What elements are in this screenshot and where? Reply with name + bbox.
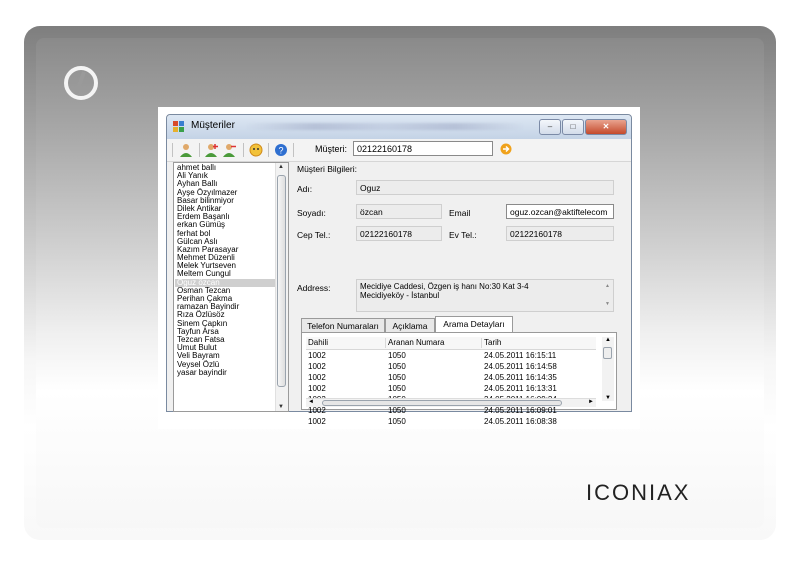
customer-details: Müşteri Bilgileri: Adı: Oguz Soyadı: özc… (295, 162, 625, 426)
table-cell: 24.05.2011 16:13:31 (484, 384, 557, 393)
window-title: Müşteriler (191, 120, 235, 131)
app-icon (173, 121, 184, 132)
logo-icon (64, 66, 98, 100)
minimize-button[interactable]: – (539, 119, 561, 135)
scrollbar-thumb[interactable] (603, 347, 612, 359)
mobile-phone-label: Cep Tel.: (297, 230, 331, 240)
customers-window: Müşteriler – □ ✕ ? Müşteri: 02122160178 (166, 114, 632, 426)
column-header-dahili[interactable]: Dahili (306, 338, 386, 348)
scrollbar-thumb[interactable] (322, 400, 562, 406)
go-arrow-icon[interactable] (500, 143, 512, 155)
customer-search-label: Müşteri: (315, 144, 348, 154)
customer-list-scrollbar[interactable]: ▲ ▼ (275, 163, 288, 411)
toolbar-separator (199, 143, 200, 157)
table-row[interactable]: 1002 1050 24.05.2011 16:08:38 (306, 416, 596, 427)
table-row[interactable]: 1002 1050 24.05.2011 16:15:11 (306, 350, 596, 361)
grid-horizontal-scrollbar[interactable]: ◄ ► (306, 398, 596, 407)
tab-description[interactable]: Açıklama (385, 318, 435, 332)
remove-user-icon[interactable] (223, 143, 237, 157)
address-field[interactable]: Mecidiye Caddesi, Özgen iş hanı No:30 Ka… (356, 279, 614, 312)
table-cell: 1050 (388, 373, 406, 382)
close-button[interactable]: ✕ (585, 119, 627, 135)
list-item[interactable]: yasar bayindir (175, 368, 275, 377)
table-cell: 1050 (388, 406, 406, 415)
blurred-title-text (245, 123, 525, 130)
scroll-down-icon[interactable]: ▼ (605, 395, 611, 401)
scroll-up-icon[interactable]: ▲ (278, 164, 284, 170)
scroll-up-icon[interactable]: ▲ (605, 337, 611, 343)
mobile-phone-field[interactable]: 02122160178 (356, 226, 442, 241)
toolbar-separator (293, 143, 294, 157)
table-cell: 1002 (308, 351, 326, 360)
toolbar: ? Müşteri: 02122160178 (167, 139, 631, 162)
scrollbar-thumb[interactable] (277, 175, 286, 387)
brand-wordmark: ICONIAX (586, 480, 691, 505)
customer-list[interactable]: ahmet ballı Ali Yanık Ayhan Ballı Ayşe Özyı… (173, 162, 289, 412)
last-name-field[interactable]: özcan (356, 204, 442, 219)
call-details-grid[interactable]: Dahili Aranan Numara Tarih 1002 1050 24.05… (306, 337, 596, 426)
svg-text:?: ? (278, 146, 283, 156)
customer-list-items: ahmet ballı Ali Yanık Ayhan Ballı Ayşe Özyı… (175, 163, 275, 377)
last-name-label: Soyadı: (297, 208, 326, 218)
toolbar-separator (268, 143, 269, 157)
tab-call-details[interactable]: Arama Detayları (435, 316, 513, 332)
table-cell: 1002 (308, 417, 326, 426)
table-cell: 24.05.2011 16:14:58 (484, 362, 557, 371)
user-icon[interactable] (179, 143, 193, 157)
table-cell: 24.05.2011 16:08:38 (484, 417, 557, 426)
table-cell: 1002 (308, 406, 326, 415)
first-name-label: Adı: (297, 184, 313, 194)
table-cell: 1050 (388, 384, 406, 393)
add-user-icon[interactable] (205, 143, 219, 157)
table-cell: 1050 (388, 417, 406, 426)
home-phone-label: Ev Tel.: (449, 230, 477, 240)
smiley-icon[interactable] (249, 143, 263, 157)
section-title: Müşteri Bilgileri: (297, 164, 357, 174)
scroll-down-icon[interactable]: ▼ (278, 404, 284, 410)
brand-logo: ICONIAX (586, 480, 690, 506)
email-field[interactable]: oguz.ozcan@aktiftelecom (506, 204, 614, 219)
table-cell: 24.05.2011 16:09:01 (484, 406, 557, 415)
table-cell: 1050 (388, 351, 406, 360)
scroll-right-icon[interactable]: ► (588, 399, 594, 405)
table-row[interactable]: 1002 1050 24.05.2011 16:14:35 (306, 372, 596, 383)
table-cell: 24.05.2011 16:14:35 (484, 373, 557, 382)
scroll-up-icon[interactable]: ▲ (605, 282, 610, 291)
tab-phone-numbers[interactable]: Telefon Numaraları (301, 318, 385, 332)
grid-vertical-scrollbar[interactable]: ▲ ▼ (602, 337, 614, 401)
address-line-1: Mecidiye Caddesi, Özgen iş hanı No:30 Ka… (360, 282, 529, 291)
toolbar-separator (243, 143, 244, 157)
scroll-left-icon[interactable]: ◄ (308, 399, 314, 405)
table-cell: 1050 (388, 362, 406, 371)
column-header-tarih[interactable]: Tarih (482, 338, 594, 348)
table-cell: 24.05.2011 16:15:11 (484, 351, 557, 360)
call-details-panel: Dahili Aranan Numara Tarih 1002 1050 24.05… (301, 332, 617, 426)
scroll-down-icon[interactable]: ▼ (605, 300, 610, 309)
address-line-2: Mecidiyeköy - İstanbul (360, 291, 440, 300)
address-label: Address: (297, 283, 331, 293)
email-label: Email (449, 208, 471, 218)
table-cell: 1002 (308, 384, 326, 393)
first-name-field[interactable]: Oguz (356, 180, 614, 195)
table-row[interactable]: 1002 1050 24.05.2011 16:14:58 (306, 361, 596, 372)
maximize-button[interactable]: □ (562, 119, 584, 135)
toolbar-grip (172, 143, 173, 157)
table-cell: 1002 (308, 362, 326, 371)
table-row[interactable]: 1002 1050 24.05.2011 16:13:31 (306, 383, 596, 394)
table-cell: 1002 (308, 373, 326, 382)
home-phone-field[interactable]: 02122160178 (506, 226, 614, 241)
grid-header: Dahili Aranan Numara Tarih (306, 337, 596, 350)
column-header-aranan-numara[interactable]: Aranan Numara (386, 338, 482, 348)
customer-search-input[interactable]: 02122160178 (353, 141, 493, 156)
address-scrollbar[interactable]: ▲ ▼ (603, 280, 613, 311)
title-bar: Müşteriler – □ ✕ (167, 115, 631, 139)
help-icon[interactable]: ? (274, 143, 288, 157)
